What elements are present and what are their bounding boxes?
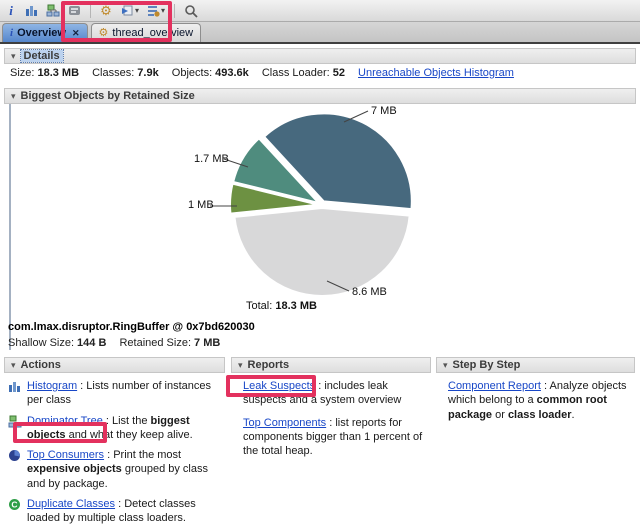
separator: : <box>326 417 335 429</box>
description: . <box>572 409 575 421</box>
separator: : <box>315 380 324 392</box>
details-body: Size:18.3 MB Classes:7.9k Objects:493.6k… <box>10 67 630 79</box>
separator: : <box>104 449 113 461</box>
separator: : <box>541 380 550 392</box>
step-by-step-column: ▾ Step By Step Component Report : Analyz… <box>436 357 635 430</box>
report-item-leak-suspects: Leak Suspects : includes leak suspects a… <box>243 379 431 408</box>
size-value: 18.3 MB <box>37 67 79 79</box>
actions-header-label: Actions <box>21 359 61 371</box>
separator: : <box>103 415 112 427</box>
retained-size-pie-chart <box>180 92 470 320</box>
pie-label-8-6mb: 8.6 MB <box>352 286 387 298</box>
step-by-step-header-label: Step By Step <box>453 359 521 371</box>
classes-label: Classes: <box>92 67 134 79</box>
classloader-value: 52 <box>333 67 345 79</box>
description-bold: expensive objects <box>27 463 122 475</box>
tab-overview[interactable]: i Overview ✕ <box>2 23 88 42</box>
pie-slice-8-6-mb[interactable] <box>234 208 409 296</box>
chart-panel-border <box>9 104 11 350</box>
pie-label-7mb: 7 MB <box>371 105 397 117</box>
pie-total-label: Total: 18.3 MB <box>246 300 317 312</box>
actions-column: ▾ Actions Histogram : Lists number of in… <box>4 357 225 532</box>
classloader-label: Class Loader: <box>262 67 330 79</box>
action-item-dominator-tree: Dominator Tree : List the biggest object… <box>8 414 225 443</box>
info-icon[interactable]: i <box>3 2 19 20</box>
leak-suspects-link[interactable]: Leak Suspects <box>243 380 315 392</box>
reports-column: ▾ Reports Leak Suspects : includes leak … <box>231 357 431 466</box>
tab-overview-label: Overview <box>17 27 66 39</box>
top-consumers-link[interactable]: Top Consumers <box>27 449 104 461</box>
close-icon[interactable]: ✕ <box>72 28 80 39</box>
actions-section-header[interactable]: ▾ Actions <box>4 357 225 373</box>
retained-size-value: 7 MB <box>194 337 220 349</box>
svg-text:C: C <box>11 500 17 510</box>
classes-value: 7.9k <box>137 67 158 79</box>
action-item-histogram: Histogram : Lists number of instances pe… <box>8 379 225 408</box>
selected-object-sizes: Shallow Size:144 B Retained Size:7 MB <box>8 337 230 349</box>
component-report-link[interactable]: Component Report <box>448 380 541 392</box>
info-icon: i <box>10 27 13 39</box>
dropdown-arrow-icon: ▾ <box>161 6 165 15</box>
action-item-top-consumers: Top Consumers : Print the most expensive… <box>8 448 225 491</box>
pie-label-1-7mb: 1.7 MB <box>194 153 229 165</box>
unreachable-objects-histogram-link[interactable]: Unreachable Objects Histogram <box>358 67 514 79</box>
chevron-down-icon: ▾ <box>238 360 243 371</box>
shallow-size-label: Shallow Size: <box>8 337 74 349</box>
retained-size-label: Retained Size: <box>119 337 191 349</box>
step-item-component-report: Component Report : Analyze objects which… <box>448 379 635 422</box>
toolbar-separator <box>174 4 175 18</box>
duplicate-classes-icon: C <box>8 497 22 526</box>
oql-icon[interactable] <box>66 2 83 20</box>
mat-overview-screen: i ⚙ ▾ ▾ i Overview ✕ ⚙ thread_o <box>0 0 640 494</box>
dominator-tree-icon <box>8 414 22 443</box>
description-bold: class loader <box>508 409 572 421</box>
selected-object-name: com.lmax.disruptor.RingBuffer @ 0x7bd620… <box>8 321 255 333</box>
size-label: Size: <box>10 67 34 79</box>
description: List the <box>112 415 151 427</box>
shallow-size-value: 144 B <box>77 337 106 349</box>
chevron-down-icon: ▾ <box>11 91 16 102</box>
chevron-down-icon: ▾ <box>11 360 16 371</box>
top-components-link[interactable]: Top Components <box>243 417 326 429</box>
duplicate-classes-link[interactable]: Duplicate Classes <box>27 498 115 510</box>
total-value: 18.3 MB <box>275 300 317 312</box>
pie-label-1mb: 1 MB <box>188 199 214 211</box>
gear-icon: ⚙ <box>99 28 109 39</box>
query-browser-icon[interactable]: ▾ <box>118 2 141 20</box>
editor-tabbar: i Overview ✕ ⚙ thread_overview <box>0 22 640 44</box>
chevron-down-icon: ▾ <box>443 360 448 371</box>
description: Print the most <box>113 449 181 461</box>
description: or <box>492 409 508 421</box>
dropdown-arrow-icon: ▾ <box>135 6 139 15</box>
description: and what they keep alive. <box>66 429 193 441</box>
reports-header-label: Reports <box>248 359 290 371</box>
main-toolbar: i ⚙ ▾ ▾ <box>0 0 640 22</box>
details-section-header[interactable]: ▾ Details <box>4 48 636 64</box>
step-by-step-section-header[interactable]: ▾ Step By Step <box>436 357 635 373</box>
histogram-icon[interactable] <box>23 2 40 20</box>
biggest-objects-header-label: Biggest Objects by Retained Size <box>21 90 195 102</box>
objects-label: Objects: <box>172 67 212 79</box>
toolbar-separator <box>90 4 91 18</box>
total-label: Total: <box>246 300 272 312</box>
tab-thread-overview-label: thread_overview <box>112 27 193 39</box>
histogram-link[interactable]: Histogram <box>27 380 77 392</box>
search-icon[interactable] <box>182 2 200 20</box>
separator: : <box>115 498 124 510</box>
tab-thread-overview[interactable]: ⚙ thread_overview <box>91 23 202 42</box>
histogram-icon <box>8 379 22 408</box>
calculate-retained-sizes-icon[interactable]: ▾ <box>145 2 167 20</box>
objects-value: 493.6k <box>215 67 249 79</box>
expert-system-test-icon[interactable]: ⚙ <box>98 2 114 20</box>
chevron-down-icon: ▾ <box>11 51 16 62</box>
dominator-tree-link[interactable]: Dominator Tree <box>27 415 103 427</box>
reports-section-header[interactable]: ▾ Reports <box>231 357 431 373</box>
details-header-label: Details <box>21 50 63 62</box>
separator: : <box>77 380 86 392</box>
top-consumers-icon <box>8 448 22 491</box>
action-item-duplicate-classes: C Duplicate Classes : Detect classes loa… <box>8 497 225 526</box>
report-item-top-components: Top Components : list reports for compon… <box>243 416 431 459</box>
dominator-tree-icon[interactable] <box>44 2 62 20</box>
